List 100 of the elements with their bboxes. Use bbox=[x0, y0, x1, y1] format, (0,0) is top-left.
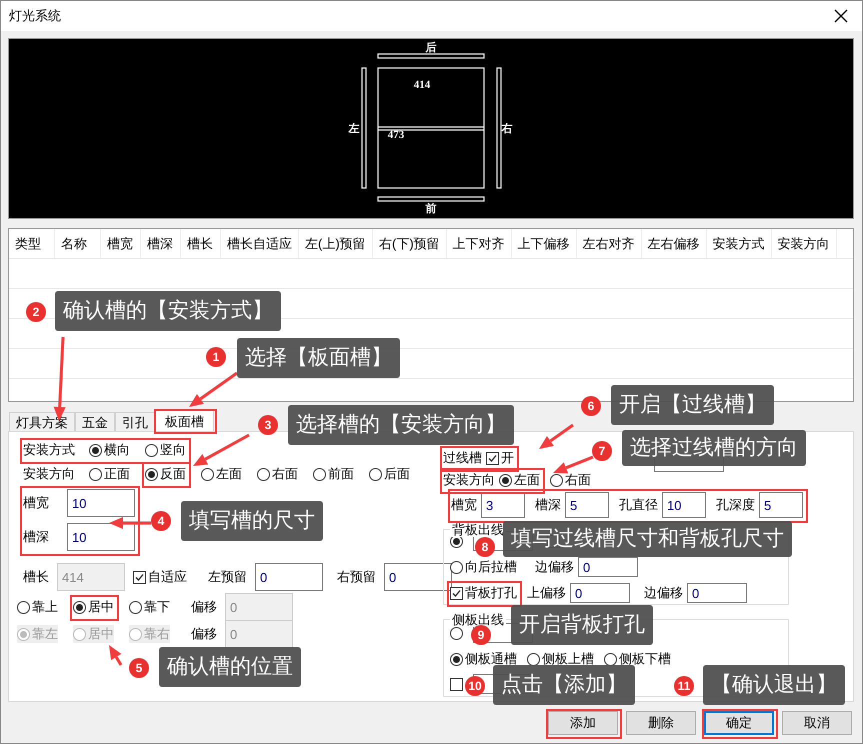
checkbox[interactable] bbox=[486, 452, 499, 464]
radio-circle[interactable] bbox=[450, 560, 463, 574]
radio-circle[interactable] bbox=[129, 600, 142, 614]
input-field[interactable]: 0 bbox=[570, 583, 630, 603]
radio-option[interactable]: 正面 bbox=[89, 465, 130, 483]
field-label: 偏移 bbox=[191, 625, 217, 643]
column-header: 上下对齐 bbox=[446, 229, 512, 258]
step-tooltip: 确认槽的【安装方式】 bbox=[55, 291, 281, 331]
radio-circle[interactable] bbox=[73, 600, 86, 614]
radio-circle[interactable] bbox=[499, 474, 512, 486]
field-label: 安装方式 bbox=[23, 441, 76, 459]
field-label: 边偏移 bbox=[535, 558, 574, 576]
field-label: 孔深度 bbox=[716, 496, 755, 514]
radio-option[interactable]: 右面 bbox=[550, 471, 591, 489]
tab[interactable]: 引孔 bbox=[115, 412, 155, 431]
highlight-frame bbox=[70, 595, 119, 621]
radio-option[interactable]: 后面 bbox=[369, 465, 410, 483]
input-field[interactable]: 10 bbox=[67, 523, 135, 551]
radio-circle[interactable] bbox=[89, 468, 102, 480]
radio-option[interactable]: 左面 bbox=[499, 471, 540, 489]
radio-option[interactable]: 右面 bbox=[257, 465, 298, 483]
step-tooltip: 选择过线槽的方向 bbox=[622, 430, 806, 466]
step-tooltip: 【确认退出】 bbox=[703, 665, 845, 705]
dialog-button[interactable]: 删除 bbox=[626, 711, 696, 735]
radio-circle[interactable] bbox=[369, 468, 382, 480]
radio-option[interactable]: 居中 bbox=[73, 598, 114, 616]
radio-option[interactable]: 向后拉槽 bbox=[450, 558, 517, 576]
field-label: 槽深 bbox=[23, 528, 50, 546]
input-field[interactable]: 10 bbox=[662, 492, 706, 518]
tab[interactable]: 板面槽 bbox=[155, 410, 214, 431]
input-field[interactable]: 5 bbox=[759, 492, 803, 518]
checkbox-option[interactable]: 自适应 bbox=[133, 568, 187, 586]
radio-option[interactable]: 反面 bbox=[145, 465, 186, 483]
step-number: 3 bbox=[258, 415, 278, 435]
column-header: 左右偏移 bbox=[642, 229, 707, 258]
field-label: 过线槽 bbox=[443, 449, 482, 467]
checkbox-option[interactable]: 开 bbox=[486, 449, 514, 467]
radio-option[interactable]: 横向 bbox=[89, 441, 130, 459]
checkbox[interactable] bbox=[450, 586, 463, 600]
column-header: 槽长 bbox=[181, 229, 221, 258]
radio-option[interactable]: 靠下 bbox=[129, 598, 170, 616]
dialog-button[interactable]: 取消 bbox=[782, 711, 852, 735]
column-header: 槽长自适应 bbox=[221, 229, 299, 258]
dimension-label: 414 bbox=[414, 79, 430, 91]
radio-option[interactable]: 竖向 bbox=[145, 441, 186, 459]
field-label: 边偏移 bbox=[644, 584, 683, 602]
radio-option[interactable]: 左面 bbox=[201, 465, 242, 483]
radio-circle[interactable] bbox=[17, 600, 30, 614]
radio-circle[interactable] bbox=[145, 468, 158, 480]
field-label: 上偏移 bbox=[527, 584, 566, 602]
input-field[interactable]: 0 bbox=[384, 563, 452, 591]
field-label: 安装方向 bbox=[23, 465, 76, 483]
arrow bbox=[109, 517, 151, 529]
step-tooltip: 点击【添加】 bbox=[493, 665, 635, 705]
field-label: 槽长 bbox=[23, 568, 49, 586]
radio-circle[interactable] bbox=[257, 468, 270, 480]
checkbox[interactable] bbox=[133, 570, 146, 584]
arrow bbox=[193, 434, 250, 466]
dialog-button[interactable]: 确定 bbox=[704, 711, 774, 735]
radio-circle[interactable] bbox=[145, 444, 158, 456]
step-tooltip: 开启背板打孔 bbox=[511, 605, 653, 645]
window-title: 灯光系统 bbox=[9, 7, 61, 25]
radio-circle[interactable] bbox=[604, 652, 617, 666]
field-label: 槽深 bbox=[535, 496, 561, 514]
checkbox[interactable] bbox=[450, 678, 463, 690]
radio-circle[interactable] bbox=[201, 468, 214, 480]
input-field[interactable]: 0 bbox=[687, 583, 747, 603]
input-field[interactable]: 0 bbox=[578, 557, 638, 577]
radio-circle[interactable] bbox=[313, 468, 326, 480]
highlight-frame bbox=[154, 409, 217, 434]
input-field[interactable]: 3 bbox=[481, 492, 525, 518]
step-tooltip: 确认槽的位置 bbox=[159, 647, 301, 687]
radio-option[interactable]: 侧板通槽 bbox=[450, 650, 517, 668]
input-field[interactable]: 5 bbox=[565, 492, 609, 518]
column-header: 安装方式 bbox=[706, 229, 772, 258]
radio-circle[interactable] bbox=[89, 444, 102, 456]
field-label: 孔直径 bbox=[619, 496, 658, 514]
checkbox-option[interactable]: 背板打孔 bbox=[450, 584, 517, 602]
radio-circle[interactable] bbox=[527, 652, 540, 666]
column-header: 槽深 bbox=[141, 229, 181, 258]
radio-circle[interactable] bbox=[550, 474, 563, 486]
radio-option[interactable]: 前面 bbox=[313, 465, 354, 483]
radio-circle[interactable] bbox=[450, 652, 463, 666]
field-label: 安装方向 bbox=[443, 471, 495, 489]
dialog-button[interactable]: 添加 bbox=[548, 711, 618, 735]
radio-option[interactable]: 靠上 bbox=[17, 598, 58, 616]
radio-button[interactable] bbox=[450, 626, 463, 640]
close-icon[interactable] bbox=[834, 9, 848, 23]
field-label: 右预留 bbox=[337, 568, 376, 586]
tab[interactable]: 五金 bbox=[75, 412, 115, 431]
side-label: 前 bbox=[426, 203, 436, 215]
input-field[interactable]: 0 bbox=[255, 563, 323, 591]
side-label: 右 bbox=[502, 123, 512, 135]
input-field[interactable]: 10 bbox=[67, 489, 135, 517]
column-header: 右(下)预留 bbox=[373, 229, 447, 258]
column-header: 左(上)预留 bbox=[299, 229, 373, 258]
step-tooltip: 选择【板面槽】 bbox=[237, 338, 400, 378]
arrow bbox=[539, 424, 574, 449]
column-header: 安装方向 bbox=[772, 229, 837, 258]
column-header: 名称 bbox=[55, 229, 101, 258]
